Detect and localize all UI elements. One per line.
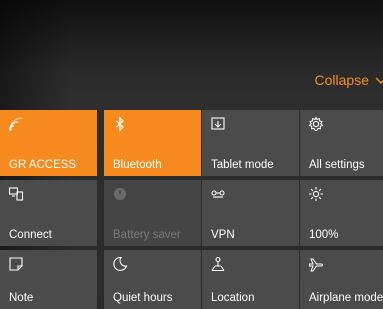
quick-action-all-settings[interactable]: All settings bbox=[300, 110, 383, 176]
note-icon bbox=[8, 256, 24, 272]
tile-label: Tablet mode bbox=[211, 159, 274, 171]
quick-action-airplane-mode[interactable]: Airplane mode bbox=[300, 250, 383, 309]
tile-label: VPN bbox=[211, 229, 235, 241]
tablet-mode-icon bbox=[210, 116, 226, 132]
quick-action-location[interactable]: Location bbox=[202, 250, 299, 309]
location-icon bbox=[210, 256, 226, 272]
vpn-icon bbox=[210, 186, 226, 202]
airplane-icon bbox=[308, 256, 324, 272]
tile-label: Airplane mode bbox=[309, 292, 383, 304]
tile-label: Location bbox=[211, 292, 255, 304]
quick-action-wifi[interactable]: GR ACCESS bbox=[0, 110, 97, 176]
collapse-label: Collapse bbox=[314, 72, 369, 88]
tile-label: Connect bbox=[9, 229, 52, 241]
tile-label: All settings bbox=[309, 159, 365, 171]
quick-action-brightness[interactable]: 100% bbox=[300, 180, 383, 246]
quick-action-battery-saver[interactable]: Battery saver bbox=[104, 180, 201, 246]
chevron-down-icon bbox=[375, 74, 383, 86]
connect-icon bbox=[8, 186, 24, 202]
wifi-icon bbox=[8, 116, 24, 132]
gear-icon bbox=[308, 116, 324, 132]
quick-action-bluetooth[interactable]: Bluetooth bbox=[104, 110, 201, 176]
tile-label: 100% bbox=[309, 229, 339, 241]
collapse-button[interactable]: Collapse bbox=[315, 70, 383, 90]
battery-saver-icon bbox=[112, 186, 128, 202]
tile-label: Quiet hours bbox=[113, 292, 173, 304]
quick-action-note[interactable]: Note bbox=[0, 250, 97, 309]
tile-label: Note bbox=[9, 292, 34, 304]
moon-icon bbox=[112, 256, 128, 272]
brightness-icon bbox=[308, 186, 324, 202]
quick-action-vpn[interactable]: VPN bbox=[202, 180, 299, 246]
tile-label: Battery saver bbox=[113, 229, 181, 241]
bluetooth-icon bbox=[112, 116, 128, 132]
tile-label: GR ACCESS bbox=[9, 159, 77, 171]
tile-label: Bluetooth bbox=[113, 159, 162, 171]
quick-action-quiet-hours[interactable]: Quiet hours bbox=[104, 250, 201, 309]
quick-action-tablet-mode[interactable]: Tablet mode bbox=[202, 110, 299, 176]
quick-action-connect[interactable]: Connect bbox=[0, 180, 97, 246]
